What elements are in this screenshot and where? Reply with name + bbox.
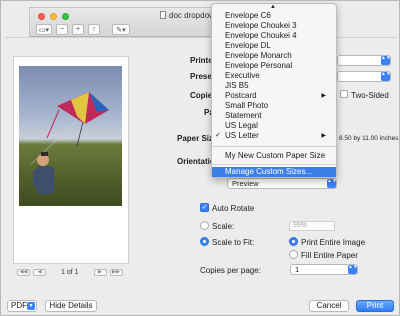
scale-to-fit-label: Scale to Fit: <box>212 238 255 247</box>
cancel-button[interactable]: Cancel <box>309 300 349 312</box>
preview-window-titlebar: doc dropdown mo ▭▾ − + ↑ ✎▾ <box>29 7 239 37</box>
section-popup-arrows-icon: ▲▼ <box>327 179 336 188</box>
menu-item-custom-size[interactable]: My New Custom Paper Size <box>212 151 336 161</box>
copies-per-page-arrows-icon: ▲▼ <box>348 265 357 274</box>
two-sided-label: Two-Sided <box>351 91 389 100</box>
menu-item-envelope-choukei-4[interactable]: Envelope Choukei 4 <box>212 31 336 41</box>
preview-photo <box>19 66 122 206</box>
previous-page-button[interactable]: ◀ <box>33 269 46 276</box>
presets-popup[interactable]: ▲▼ <box>337 71 391 82</box>
print-button[interactable]: Print <box>356 300 394 312</box>
fill-entire-paper-radio[interactable] <box>289 250 298 259</box>
print-dialog: doc dropdown mo ▭▾ − + ↑ ✎▾ ◀◀ ◀ 1 of 1 … <box>0 0 400 316</box>
menu-item-envelope-dl[interactable]: Envelope DL <box>212 41 336 51</box>
zoom-window-button[interactable] <box>62 13 69 20</box>
paper-size-dimensions: 8.50 by 11.00 inches <box>339 135 399 142</box>
minimize-window-button[interactable] <box>50 13 57 20</box>
print-entire-image-radio[interactable] <box>289 237 298 246</box>
sidebar-icon[interactable]: ▭▾ <box>36 24 52 35</box>
menu-item-us-legal[interactable]: US Legal <box>212 121 336 131</box>
scale-label: Scale: <box>212 222 235 231</box>
menu-item-executive[interactable]: Executive <box>212 71 336 81</box>
scale-radio[interactable] <box>200 221 209 230</box>
checkmark-icon: ✓ <box>215 132 221 139</box>
menu-item-envelope-c6[interactable]: Envelope C6 <box>212 11 336 21</box>
share-icon[interactable]: ↑ <box>88 24 100 35</box>
auto-rotate-checkbox[interactable]: ✓ <box>200 203 209 212</box>
menu-separator <box>212 164 336 165</box>
menu-item-postcard[interactable]: Postcard ▶ <box>212 91 336 101</box>
kite-photo-image <box>30 92 109 194</box>
copies-per-page-label: Copies per page: <box>200 266 261 275</box>
auto-rotate-label: Auto Rotate <box>212 204 255 213</box>
copies-per-page-value: 1 <box>295 265 300 274</box>
menu-item-statement[interactable]: Statement <box>212 111 336 121</box>
scale-input[interactable]: 99% <box>289 221 335 231</box>
print-entire-image-label: Print Entire Image <box>301 238 366 247</box>
presets-popup-arrows-icon: ▲▼ <box>381 72 390 81</box>
page-indicator: 1 of 1 <box>61 269 79 276</box>
first-page-button[interactable]: ◀◀ <box>17 269 30 276</box>
submenu-arrow-icon: ▶ <box>321 133 326 139</box>
next-page-button[interactable]: ▶ <box>93 269 107 276</box>
section-popup[interactable]: Preview ▲▼ <box>227 178 337 189</box>
menu-item-small-photo[interactable]: Small Photo <box>212 101 336 111</box>
menu-item-us-letter[interactable]: ✓ US Letter ▶ <box>212 131 336 141</box>
pen-icon[interactable]: ✎▾ <box>112 24 130 35</box>
last-page-button[interactable]: ▶▶ <box>109 269 123 276</box>
pdf-dropdown-arrow-icon: ▼ <box>27 302 35 310</box>
menu-item-envelope-monarch[interactable]: Envelope Monarch <box>212 51 336 61</box>
preview-pager: ◀◀ ◀ 1 of 1 ▶ ▶▶ <box>17 269 123 276</box>
pdf-menu-button[interactable]: PDF ▼ <box>7 300 37 312</box>
hide-details-button[interactable]: Hide Details <box>45 300 97 312</box>
toolbar: ▭▾ − + ↑ ✎▾ <box>36 24 130 35</box>
menu-item-manage-custom-sizes[interactable]: Manage Custom Sizes... <box>212 167 336 177</box>
menu-scroll-up-icon[interactable]: ▲ <box>270 4 276 10</box>
dialog-footer: PDF ▼ Hide Details Cancel Print <box>1 297 399 315</box>
section-popup-value: Preview <box>232 179 259 188</box>
window-controls <box>38 13 69 20</box>
menu-item-jis-b5[interactable]: JIS B5 <box>212 81 336 91</box>
document-icon <box>160 11 166 19</box>
print-sheet: ◀◀ ◀ 1 of 1 ▶ ▶▶ Printer ▲▼ Presets ▲▼ C… <box>5 37 399 315</box>
printer-popup[interactable]: ▲▼ <box>337 55 391 66</box>
scale-to-fit-radio[interactable] <box>200 237 209 246</box>
fill-entire-paper-label: Fill Entire Paper <box>301 251 358 260</box>
zoom-out-icon[interactable]: − <box>56 24 68 35</box>
page-preview <box>13 56 129 264</box>
paper-size-menu: ▲ Envelope C6 Envelope Choukei 3 Envelop… <box>211 3 337 178</box>
printer-popup-arrows-icon: ▲▼ <box>381 56 390 65</box>
two-sided-checkbox[interactable] <box>340 90 348 98</box>
close-window-button[interactable] <box>38 13 45 20</box>
menu-item-envelope-choukei-3[interactable]: Envelope Choukei 3 <box>212 21 336 31</box>
menu-separator <box>212 146 336 147</box>
submenu-arrow-icon: ▶ <box>321 93 326 99</box>
copies-per-page-popup[interactable]: 1 ▲▼ <box>290 264 358 275</box>
menu-item-envelope-personal[interactable]: Envelope Personal <box>212 61 336 71</box>
zoom-in-icon[interactable]: + <box>72 24 84 35</box>
